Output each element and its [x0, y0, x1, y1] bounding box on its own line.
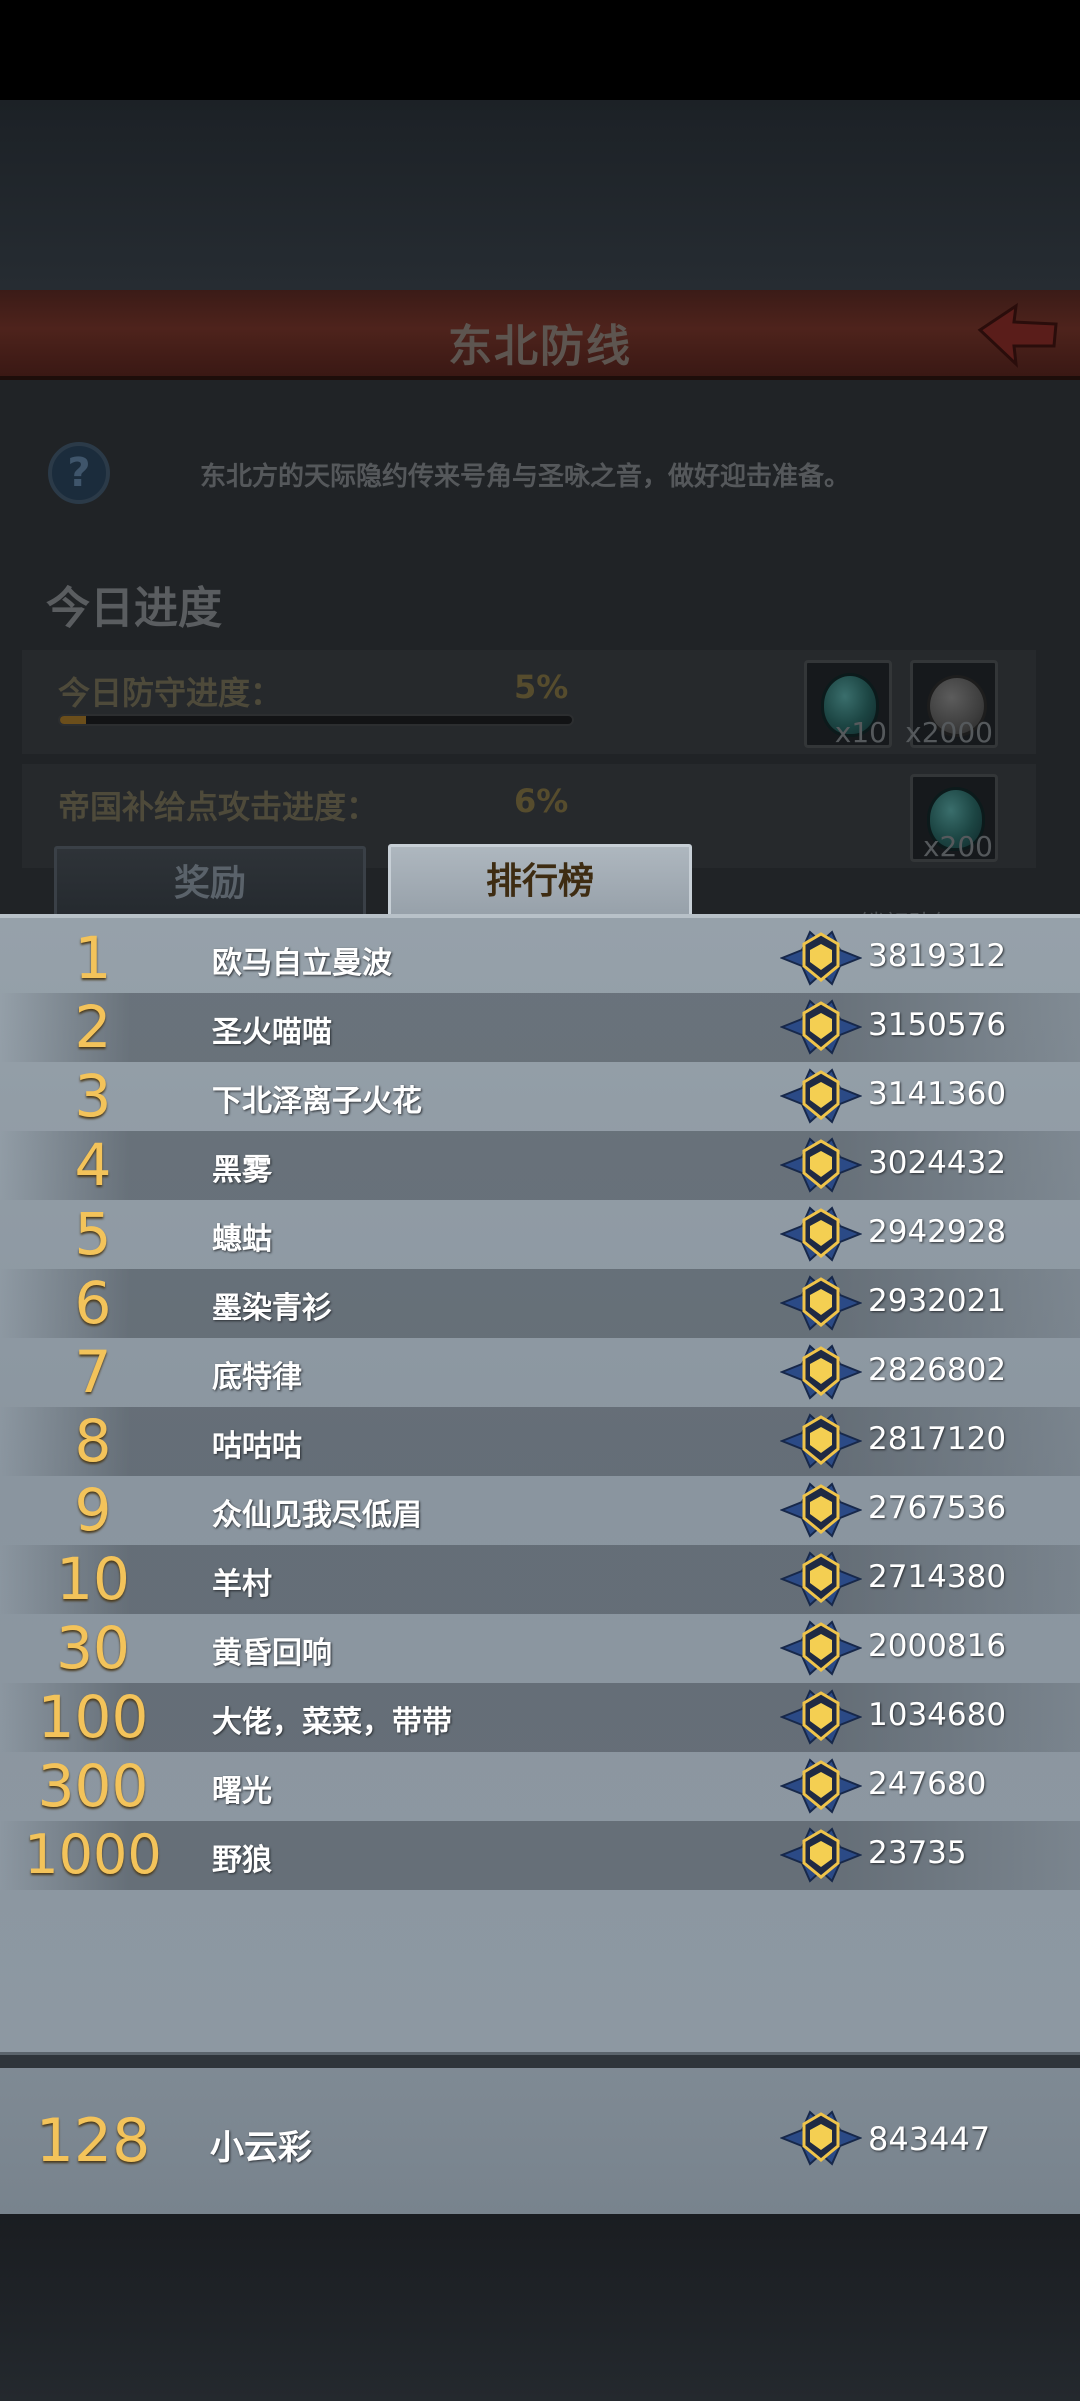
- player-name: 圣火喵喵: [212, 1015, 332, 1050]
- reward-count: x2000: [905, 716, 993, 749]
- player-score: 2942928: [868, 1214, 1007, 1250]
- leaderboard-row[interactable]: 6 墨染青衫 2932021: [0, 1269, 1080, 1338]
- progress-label: 今日防守进度：: [58, 674, 283, 712]
- score-badge-icon: [780, 1620, 862, 1676]
- score-badge-icon: [780, 1758, 862, 1814]
- leaderboard-row[interactable]: 3 下北泽离子火花 3141360: [0, 1062, 1080, 1131]
- score-badge-icon: [780, 1482, 862, 1538]
- score-badge-icon: [780, 1068, 862, 1124]
- rank-number: 1: [74, 924, 112, 992]
- leaderboard-row[interactable]: 4 黑雾 3024432: [0, 1131, 1080, 1200]
- player-score: 3141360: [868, 1076, 1007, 1112]
- player-score: 2826802: [868, 1352, 1007, 1388]
- help-icon[interactable]: ?: [48, 442, 110, 504]
- top-background: [0, 100, 1080, 290]
- player-name: 欧马自立曼波: [212, 946, 392, 981]
- leaderboard-row[interactable]: 100 大佬，菜菜，带带 1034680: [0, 1683, 1080, 1752]
- player-name: 下北泽离子火花: [212, 1084, 422, 1119]
- player-score: 3024432: [868, 1145, 1007, 1181]
- rank-number: 3: [74, 1062, 112, 1130]
- back-arrow-icon[interactable]: [970, 300, 1062, 370]
- leaderboard-row[interactable]: 5 蟪蛄 2942928: [0, 1200, 1080, 1269]
- leaderboard-row[interactable]: 1 欧马自立曼波 3819312: [0, 924, 1080, 993]
- leaderboard-row[interactable]: 9 众仙见我尽低眉 2767536: [0, 1476, 1080, 1545]
- reward-item[interactable]: x200: [910, 774, 998, 863]
- player-name: 羊村: [212, 1567, 272, 1602]
- leaderboard-row[interactable]: 10 羊村 2714380: [0, 1545, 1080, 1614]
- rank-number: 100: [37, 1683, 149, 1751]
- player-score: 2000816: [868, 1628, 1007, 1664]
- player-name: 大佬，菜菜，带带: [212, 1705, 452, 1740]
- player-score: 2767536: [868, 1490, 1007, 1526]
- rank-number: 5: [74, 1200, 112, 1268]
- bottom-background: [0, 2214, 1080, 2401]
- leaderboard-row[interactable]: 7 底特律 2826802: [0, 1338, 1080, 1407]
- leaderboard-row[interactable]: 300 曙光 247680: [0, 1752, 1080, 1821]
- rank-number: 1000: [24, 1823, 162, 1886]
- player-score: 1034680: [868, 1697, 1007, 1733]
- score-badge-icon: [780, 1827, 862, 1883]
- progress-bar-fill: [60, 716, 86, 724]
- leaderboard-row[interactable]: 30 黄昏回响 2000816: [0, 1614, 1080, 1683]
- player-score: 23735: [868, 1835, 967, 1871]
- score-badge-icon: [780, 1137, 862, 1193]
- page-title: 东北防线: [448, 321, 632, 372]
- section-title-today-progress: 今日进度: [46, 583, 222, 634]
- leaderboard-row[interactable]: 8 咕咕咕 2817120: [0, 1407, 1080, 1476]
- my-rank-row: 128 小云彩 843447: [0, 2068, 1080, 2214]
- rank-number: 300: [37, 1752, 149, 1820]
- rank-number: 2: [74, 993, 112, 1061]
- my-rank: 128: [35, 2106, 151, 2176]
- reward-count: x200: [922, 830, 993, 863]
- score-badge-icon: [780, 999, 862, 1055]
- player-name: 黄昏回响: [212, 1636, 332, 1671]
- rank-number: 6: [74, 1269, 112, 1337]
- player-name: 曙光: [212, 1774, 272, 1809]
- divider: [0, 2052, 1080, 2068]
- player-score: 2714380: [868, 1559, 1007, 1595]
- rank-number: 8: [74, 1407, 112, 1475]
- player-score: 247680: [868, 1766, 987, 1802]
- progress-percent: 6%: [514, 782, 569, 820]
- rank-number: 10: [56, 1545, 130, 1613]
- rank-number: 30: [56, 1614, 130, 1682]
- score-badge-icon: [780, 2110, 862, 2166]
- player-name: 黑雾: [212, 1153, 272, 1188]
- rank-number: 4: [74, 1131, 112, 1199]
- leaderboard-row[interactable]: 1000 野狼 23735: [0, 1821, 1080, 1890]
- score-badge-icon: [780, 930, 862, 986]
- progress-bar: [58, 714, 574, 726]
- rank-number: 7: [74, 1338, 112, 1406]
- player-name: 众仙见我尽低眉: [212, 1498, 422, 1533]
- player-name: 咕咕咕: [212, 1429, 302, 1464]
- leaderboard-row[interactable]: 2 圣火喵喵 3150576: [0, 993, 1080, 1062]
- reward-item[interactable]: x10: [804, 660, 892, 749]
- game-screen: 东北防线 ? 东北方的天际隐约传来号角与圣咏之音，做好迎击准备。 今日进度 今日…: [0, 0, 1080, 2401]
- score-badge-icon: [780, 1344, 862, 1400]
- score-badge-icon: [780, 1206, 862, 1262]
- score-badge-icon: [780, 1275, 862, 1331]
- score-badge-icon: [780, 1551, 862, 1607]
- player-name: 墨染青衫: [212, 1291, 332, 1326]
- tab-rewards[interactable]: 奖励: [54, 846, 366, 920]
- score-badge-icon: [780, 1689, 862, 1745]
- reward-item[interactable]: x2000: [905, 660, 998, 749]
- rank-number: 9: [74, 1476, 112, 1544]
- player-score: 3819312: [868, 938, 1007, 974]
- score-badge-icon: [780, 1413, 862, 1469]
- player-name: 底特律: [212, 1360, 302, 1395]
- reward-count: x10: [834, 716, 887, 749]
- leaderboard-panel[interactable]: 1 欧马自立曼波 3819312 2 圣火喵喵 3150576 3 下北泽离子火花 314136…: [0, 914, 1080, 2052]
- player-name: 蟪蛄: [212, 1222, 272, 1257]
- player-score: 3150576: [868, 1007, 1007, 1043]
- player-name: 野狼: [212, 1843, 272, 1878]
- event-description: 东北方的天际隐约传来号角与圣咏之音，做好迎击准备。: [200, 462, 851, 492]
- progress-percent: 5%: [514, 668, 569, 706]
- progress-label: 帝国补给点攻击进度：: [58, 788, 379, 826]
- player-score: 2932021: [868, 1283, 1007, 1319]
- player-score: 2817120: [868, 1421, 1007, 1457]
- my-score: 843447: [868, 2120, 991, 2158]
- my-name: 小云彩: [210, 2128, 312, 2168]
